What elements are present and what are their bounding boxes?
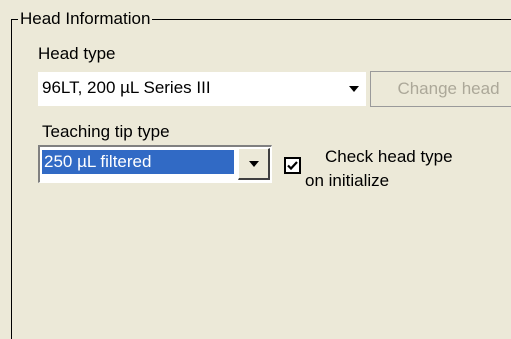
head-type-label: Head type xyxy=(38,44,116,63)
teaching-tip-type-label: Teaching tip type xyxy=(42,122,170,141)
chevron-down-icon[interactable] xyxy=(342,72,366,106)
check-head-type-label-line2: on initialize xyxy=(305,171,390,190)
teaching-tip-type-value: 250 µL filtered xyxy=(42,150,234,174)
teaching-tip-type-select[interactable]: 250 µL filtered xyxy=(38,145,272,183)
checkmark-icon xyxy=(287,161,298,171)
check-head-type-label: Check head type xyxy=(325,147,453,166)
check-head-type-checkbox[interactable] xyxy=(284,157,301,174)
change-head-button[interactable]: Change head xyxy=(370,71,511,107)
chevron-down-icon[interactable] xyxy=(238,148,270,180)
head-type-value: 96LT, 200 µL Series III xyxy=(42,78,211,97)
head-type-select[interactable]: 96LT, 200 µL Series III xyxy=(38,72,366,106)
groupbox-title: Head Information xyxy=(18,9,153,29)
